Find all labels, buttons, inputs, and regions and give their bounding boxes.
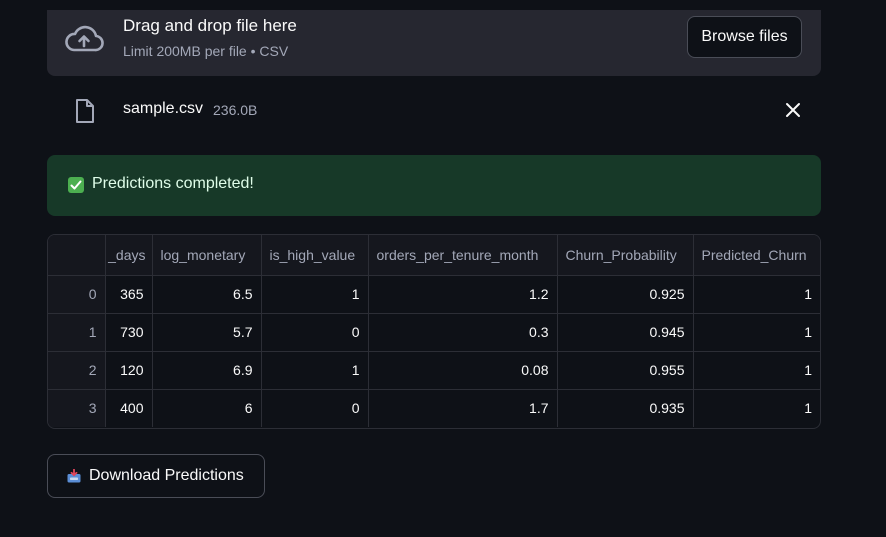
file-size: 236.0B (213, 102, 258, 118)
data-grid: _days log_monetary is_high_value orders_… (48, 235, 820, 427)
success-alert: Predictions completed! (47, 155, 821, 216)
table-cell[interactable]: 0 (261, 313, 369, 352)
table-cell[interactable]: 0.945 (557, 313, 694, 352)
table-cell[interactable]: 1 (693, 389, 820, 427)
row-index: 1 (48, 313, 106, 352)
file-dropzone[interactable]: Drag and drop file here Limit 200MB per … (47, 10, 821, 76)
table-cell[interactable]: 6 (152, 389, 262, 427)
predictions-table[interactable]: _days log_monetary is_high_value orders_… (47, 234, 821, 429)
table-row: 0 365 6.5 1 1.2 0.925 1 (48, 275, 820, 314)
close-icon[interactable] (783, 100, 803, 120)
table-cell[interactable]: 730 (105, 313, 153, 352)
browse-files-button[interactable]: Browse files (687, 16, 802, 58)
table-cell[interactable]: 1 (261, 351, 369, 390)
download-button-label: Download Predictions (89, 467, 244, 484)
table-cell[interactable]: 120 (105, 351, 153, 390)
column-header[interactable]: is_high_value (261, 235, 369, 276)
table-cell[interactable]: 6.9 (152, 351, 262, 390)
table-cell[interactable]: 1 (261, 275, 369, 314)
column-header[interactable]: Predicted_Churn (693, 235, 820, 276)
row-index: 2 (48, 351, 106, 390)
table-cell[interactable]: 1 (693, 313, 820, 352)
row-index: 3 (48, 389, 106, 427)
index-header (48, 235, 106, 276)
table-cell[interactable]: 0.935 (557, 389, 694, 427)
table-cell[interactable]: 0.925 (557, 275, 694, 314)
column-header[interactable]: _days (105, 235, 153, 276)
table-cell[interactable]: 1.7 (368, 389, 558, 427)
column-header[interactable]: Churn_Probability (557, 235, 694, 276)
dropzone-title: Drag and drop file here (123, 16, 297, 35)
table-row: 3 400 6 0 1.7 0.935 1 (48, 389, 820, 427)
table-cell[interactable]: 0.3 (368, 313, 558, 352)
table-cell[interactable]: 1 (693, 275, 820, 314)
dropzone-limit-text: Limit 200MB per file • CSV (123, 43, 289, 59)
success-message: Predictions completed! (92, 175, 254, 192)
row-index: 0 (48, 275, 106, 314)
table-cell[interactable]: 0.955 (557, 351, 694, 390)
file-icon (76, 99, 94, 123)
table-cell[interactable]: 6.5 (152, 275, 262, 314)
table-cell[interactable]: 5.7 (152, 313, 262, 352)
table-cell[interactable]: 400 (105, 389, 153, 427)
table-header-row: _days log_monetary is_high_value orders_… (48, 235, 820, 276)
inbox-tray-icon (67, 469, 81, 483)
check-box-icon (68, 177, 84, 193)
cloud-upload-icon (65, 25, 104, 52)
download-predictions-button[interactable]: Download Predictions (47, 454, 265, 498)
uploaded-file-item: sample.csv 236.0B (47, 92, 821, 130)
table-cell[interactable]: 1 (693, 351, 820, 390)
column-header[interactable]: log_monetary (152, 235, 262, 276)
table-cell[interactable]: 1.2 (368, 275, 558, 314)
table-cell[interactable]: 0.08 (368, 351, 558, 390)
table-row: 1 730 5.7 0 0.3 0.945 1 (48, 313, 820, 352)
column-header[interactable]: orders_per_tenure_month (368, 235, 558, 276)
file-name: sample.csv (123, 100, 204, 117)
table-cell[interactable]: 365 (105, 275, 153, 314)
table-cell[interactable]: 0 (261, 389, 369, 427)
table-row: 2 120 6.9 1 0.08 0.955 1 (48, 351, 820, 390)
